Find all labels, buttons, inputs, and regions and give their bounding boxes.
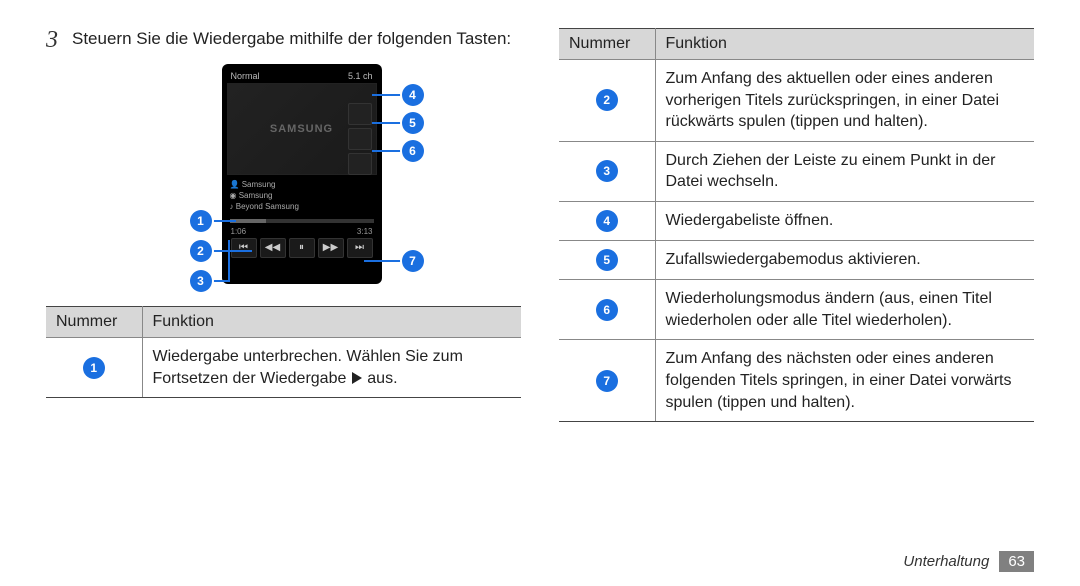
step-number: 3 (46, 28, 58, 52)
page: 3 Steuern Sie die Wiedergabe mithilfe de… (0, 0, 1080, 586)
player-figure: Normal 5.1 ch SAMSUNG 👤 Samsung ◉ Sams (114, 64, 454, 294)
side-button-repeat-icon (348, 153, 372, 175)
album-art-text: SAMSUNG (270, 123, 333, 135)
row-text: Wiedergabe unterbrechen. Wählen Sie zum … (142, 338, 521, 398)
lead-line (212, 250, 252, 252)
callout-6: 6 (402, 140, 424, 162)
lead-line (372, 94, 404, 96)
track-text: Beyond Samsung (236, 202, 299, 211)
row-text: Zum Anfang des nächsten oder eines ander… (655, 340, 1034, 422)
table-row: 5 Zufallswiedergabemodus aktivieren. (559, 241, 1034, 280)
left-column: 3 Steuern Sie die Wiedergabe mithilfe de… (46, 28, 521, 530)
callout-3: 3 (190, 270, 212, 292)
side-button-list-icon (348, 103, 372, 125)
col-header-number: Nummer (559, 29, 655, 60)
progress-bar (230, 219, 374, 223)
side-button-shuffle-icon (348, 128, 372, 150)
table-row: 4 Wiedergabeliste öffnen. (559, 201, 1034, 240)
row-number-icon: 6 (596, 299, 618, 321)
row-number-icon: 3 (596, 160, 618, 182)
lead-line (212, 220, 236, 222)
right-column: Nummer Funktion 2 Zum Anfang des aktuell… (559, 28, 1034, 530)
artist-line: 👤 Samsung (230, 179, 377, 190)
lead-line (372, 122, 404, 124)
prev-icon: ⏮ (231, 238, 257, 258)
col-header-number: Nummer (46, 307, 142, 338)
row-text-a: Wiedergabe unterbrechen. Wählen Sie zum … (153, 348, 463, 387)
step-text: Steuern Sie die Wiedergabe mithilfe der … (72, 28, 511, 52)
row-number-icon: 7 (596, 370, 618, 392)
instruction-step: 3 Steuern Sie die Wiedergabe mithilfe de… (46, 28, 521, 52)
lead-line (364, 260, 404, 262)
album-line: ◉ Samsung (230, 190, 377, 201)
section-name: Unterhaltung (903, 553, 989, 570)
forward-icon: ▶▶ (318, 238, 344, 258)
row-number-icon: 4 (596, 210, 618, 232)
callout-7: 7 (402, 250, 424, 272)
row-number-icon: 2 (596, 89, 618, 111)
callout-5: 5 (402, 112, 424, 134)
transport-controls: ⏮ ◀◀ ⏸ ▶▶ ⏭ (227, 236, 377, 258)
time-total: 3:13 (357, 227, 373, 236)
callout-4: 4 (402, 84, 424, 106)
page-number: 63 (999, 551, 1034, 572)
track-line: ♪ Beyond Samsung (230, 201, 377, 212)
table-header-row: Nummer Funktion (46, 307, 521, 338)
table-row: 1 Wiedergabe unterbrechen. Wählen Sie zu… (46, 338, 521, 398)
channel-label: 5.1 ch (348, 71, 373, 81)
row-text: Wiedergabeliste öffnen. (655, 201, 1034, 240)
row-text: Zum Anfang des aktuellen oder eines ande… (655, 60, 1034, 142)
right-function-table: Nummer Funktion 2 Zum Anfang des aktuell… (559, 28, 1034, 422)
track-meta: 👤 Samsung ◉ Samsung ♪ Beyond Samsung (227, 179, 377, 213)
time-row: 1:06 3:13 (227, 226, 377, 236)
table-header-row: Nummer Funktion (559, 29, 1034, 60)
play-icon (352, 372, 362, 384)
row-text: Zufallswiedergabemodus aktivieren. (655, 241, 1034, 280)
artist-text: Samsung (242, 180, 276, 189)
pause-icon: ⏸ (289, 238, 315, 258)
next-icon: ⏭ (347, 238, 373, 258)
row-text-b: aus. (363, 370, 398, 387)
row-number-icon: 1 (83, 357, 105, 379)
callout-1: 1 (190, 210, 212, 232)
lead-line (372, 150, 404, 152)
col-header-function: Funktion (142, 307, 521, 338)
left-function-table: Nummer Funktion 1 Wiedergabe unterbreche… (46, 306, 521, 398)
table-row: 6 Wiederholungsmodus ändern (aus, einen … (559, 280, 1034, 340)
table-row: 3 Durch Ziehen der Leiste zu einem Punkt… (559, 141, 1034, 201)
phone-top-bar: Normal 5.1 ch (227, 69, 377, 83)
lead-line (212, 280, 228, 282)
time-elapsed: 1:06 (231, 227, 247, 236)
col-header-function: Funktion (655, 29, 1034, 60)
side-buttons (348, 103, 372, 175)
callout-2: 2 (190, 240, 212, 262)
lead-line (228, 240, 230, 282)
eq-label: Normal (231, 71, 260, 81)
row-number-icon: 5 (596, 249, 618, 271)
table-row: 2 Zum Anfang des aktuellen oder eines an… (559, 60, 1034, 142)
album-text: Samsung (239, 191, 273, 200)
table-row: 7 Zum Anfang des nächsten oder eines and… (559, 340, 1034, 422)
row-text: Durch Ziehen der Leiste zu einem Punkt i… (655, 141, 1034, 201)
page-footer: Unterhaltung 63 (903, 551, 1034, 572)
rewind-icon: ◀◀ (260, 238, 286, 258)
row-text: Wiederholungsmodus ändern (aus, einen Ti… (655, 280, 1034, 340)
